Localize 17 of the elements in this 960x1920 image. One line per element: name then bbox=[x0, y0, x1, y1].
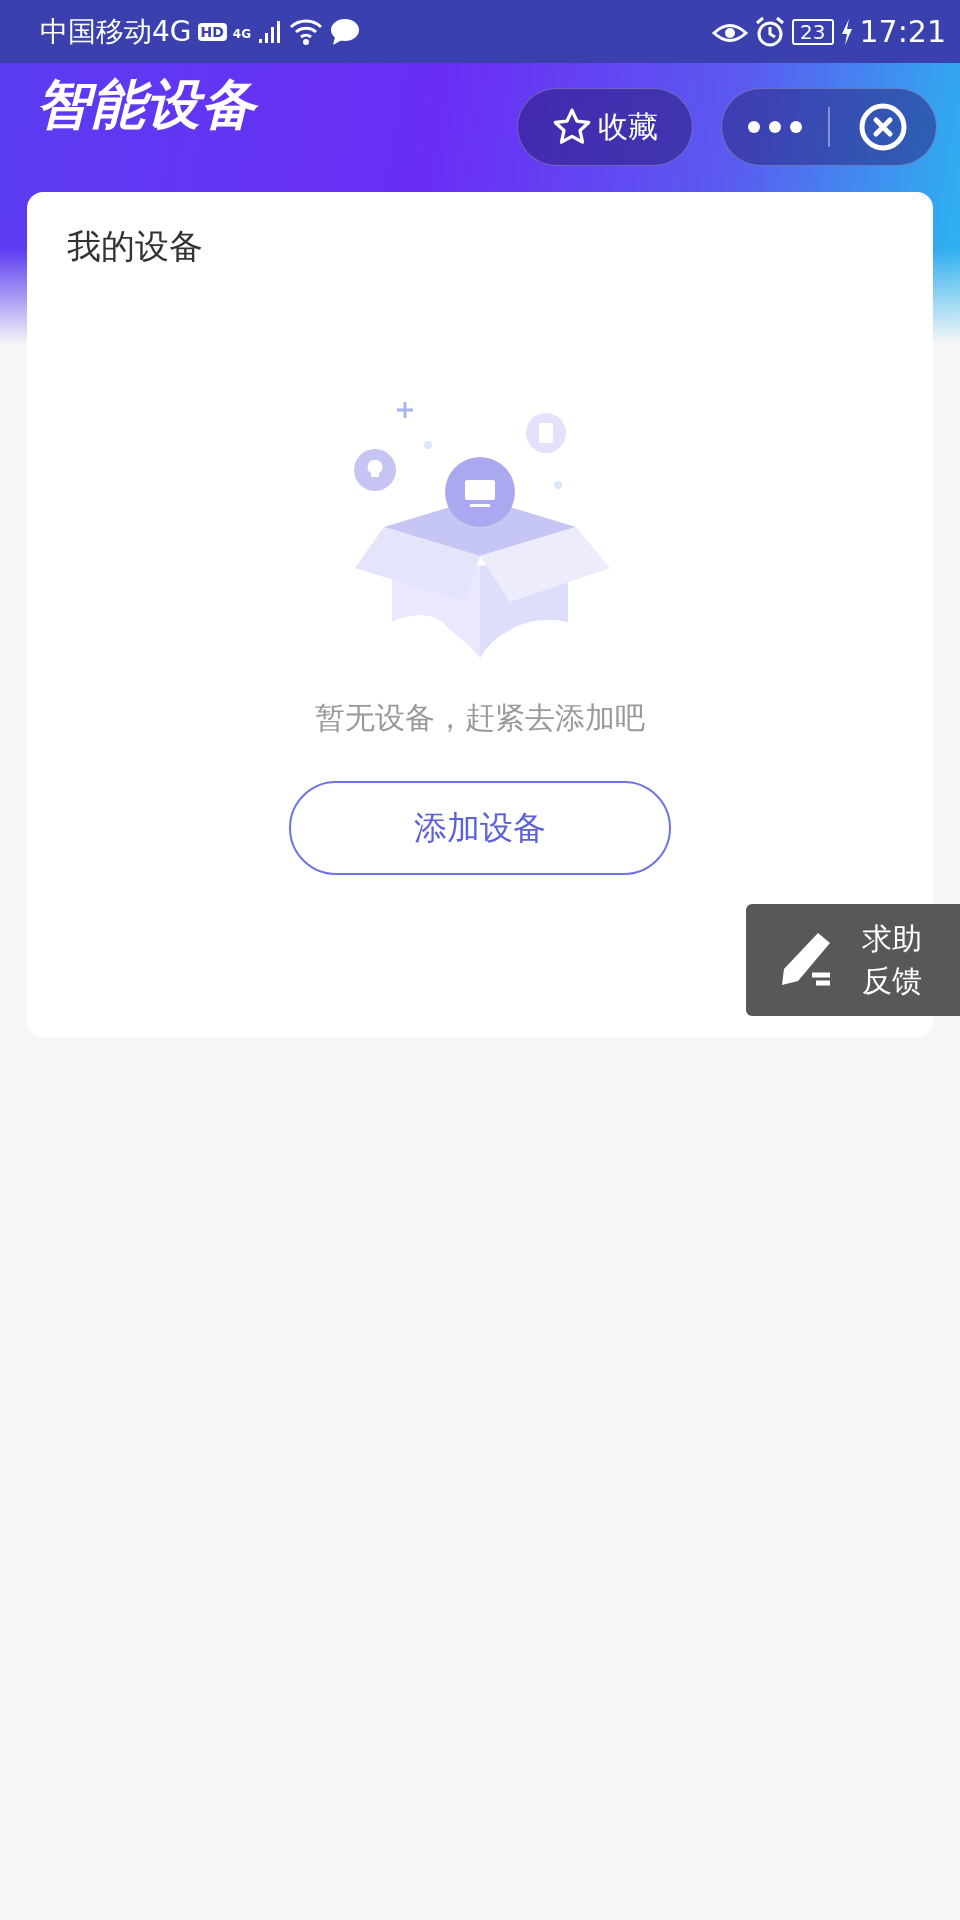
charging-icon bbox=[839, 17, 854, 46]
battery-level-label: 23 bbox=[792, 18, 834, 45]
star-icon bbox=[552, 107, 592, 147]
add-device-button[interactable]: 添加设备 bbox=[289, 781, 671, 875]
empty-state-message: 暂无设备，赶紧去添加吧 bbox=[315, 699, 645, 737]
clock-time: 17:21 bbox=[859, 14, 946, 49]
close-icon bbox=[858, 102, 908, 152]
favorite-button[interactable]: 收藏 bbox=[517, 88, 693, 166]
chat-bubble-icon bbox=[329, 17, 362, 46]
feedback-button[interactable]: 求助 反馈 bbox=[746, 904, 960, 1016]
alarm-icon bbox=[754, 15, 787, 48]
card-title: 我的设备 bbox=[67, 225, 203, 268]
wifi-icon bbox=[289, 17, 324, 46]
network-label: 4G bbox=[232, 26, 252, 41]
hd-badge: HD bbox=[197, 22, 227, 41]
more-icon bbox=[747, 120, 803, 134]
carrier-label: 中国移动4G bbox=[40, 13, 192, 50]
